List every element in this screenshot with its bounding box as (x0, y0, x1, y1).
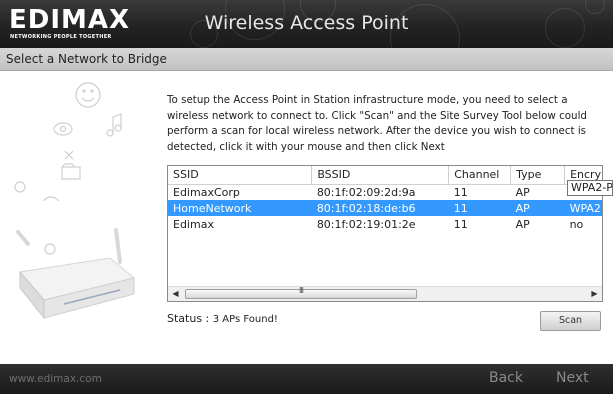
column-header-ssid[interactable]: SSID (168, 166, 313, 185)
cell-channel: 11 (453, 185, 468, 199)
instructions-text: To setup the Access Point in Station inf… (167, 94, 587, 153)
scan-button[interactable]: Scan (540, 311, 601, 331)
cell-ssid: HomeNetwork (168, 200, 312, 216)
section-bar: Select a Network to Bridge (0, 48, 613, 71)
status-value: 3 APs Found! (212, 314, 278, 325)
cell-ssid: EdimaxCorp (173, 185, 240, 199)
cell-type: AP (515, 185, 530, 199)
scan-status: Status : 3 APs Found! (167, 312, 278, 325)
column-header-bssid[interactable]: BSSID (311, 166, 450, 185)
section-title: Select a Network to Bridge (6, 52, 167, 66)
app-header: EDIMAX NETWORKING PEOPLE TOGETHER Wirele… (0, 0, 613, 48)
logo-tagline: NETWORKING PEOPLE TOGETHER (10, 34, 112, 40)
table-header-row: SSID BSSID Channel Type Encry (168, 166, 602, 185)
table-row-selected[interactable]: HomeNetwork 80:1f:02:18:de:b6 11 AP WPA2 (168, 200, 602, 216)
face-icon (44, 243, 56, 255)
back-button[interactable]: Back (489, 370, 523, 386)
scrollbar-grip: III (298, 286, 304, 295)
wifi-arc-icon (42, 196, 60, 202)
cell-bssid: 80:1f:02:18:de:b6 (311, 200, 449, 216)
scissors-icon (64, 150, 74, 160)
eye-icon (53, 122, 73, 136)
table-row[interactable]: EdimaxCorp 80:1f:02:09:2d:9a 11 AP (168, 184, 602, 200)
cell-bssid: 80:1f:02:09:2d:9a (316, 185, 416, 199)
site-survey-table[interactable]: SSID BSSID Channel Type Encry EdimaxCorp… (167, 165, 603, 302)
table-row[interactable]: Edimax 80:1f:02:19:01:2e 11 AP no (168, 216, 602, 232)
cell-channel: 11 (448, 200, 511, 216)
cell-channel: 11 (453, 217, 468, 231)
page-title: Wireless Access Point (204, 12, 409, 34)
cell-encryption: WPA2 (564, 200, 602, 216)
small-circle-icon (14, 181, 26, 193)
ap-list: SSID BSSID Channel Type Encry EdimaxCorp… (168, 166, 602, 232)
decorative-router-illustration (14, 82, 136, 320)
cell-encryption: no (569, 217, 584, 231)
cell-type: AP (515, 217, 530, 231)
cell-type: AP (510, 200, 565, 216)
cell-bssid: 80:1f:02:19:01:2e (316, 217, 416, 231)
app-footer: www.edimax.com Back Next (0, 364, 613, 394)
status-label: Status : (167, 312, 210, 325)
router-device (16, 228, 136, 320)
smiley-icon (75, 82, 101, 108)
folder-icon (61, 163, 81, 180)
column-header-type[interactable]: Type (510, 166, 566, 185)
encryption-tooltip: WPA2-P (567, 180, 613, 196)
column-header-channel[interactable]: Channel (448, 166, 512, 185)
scrollbar-thumb[interactable]: III (185, 286, 417, 299)
next-button[interactable]: Next (556, 370, 589, 386)
scroll-left-arrow-icon[interactable]: ◀ (168, 287, 183, 301)
footer-website: www.edimax.com (9, 373, 102, 385)
horizontal-scrollbar[interactable]: ◀ III ▶ (168, 286, 602, 301)
cell-ssid: Edimax (173, 217, 214, 231)
scroll-right-arrow-icon[interactable]: ▶ (587, 287, 602, 301)
